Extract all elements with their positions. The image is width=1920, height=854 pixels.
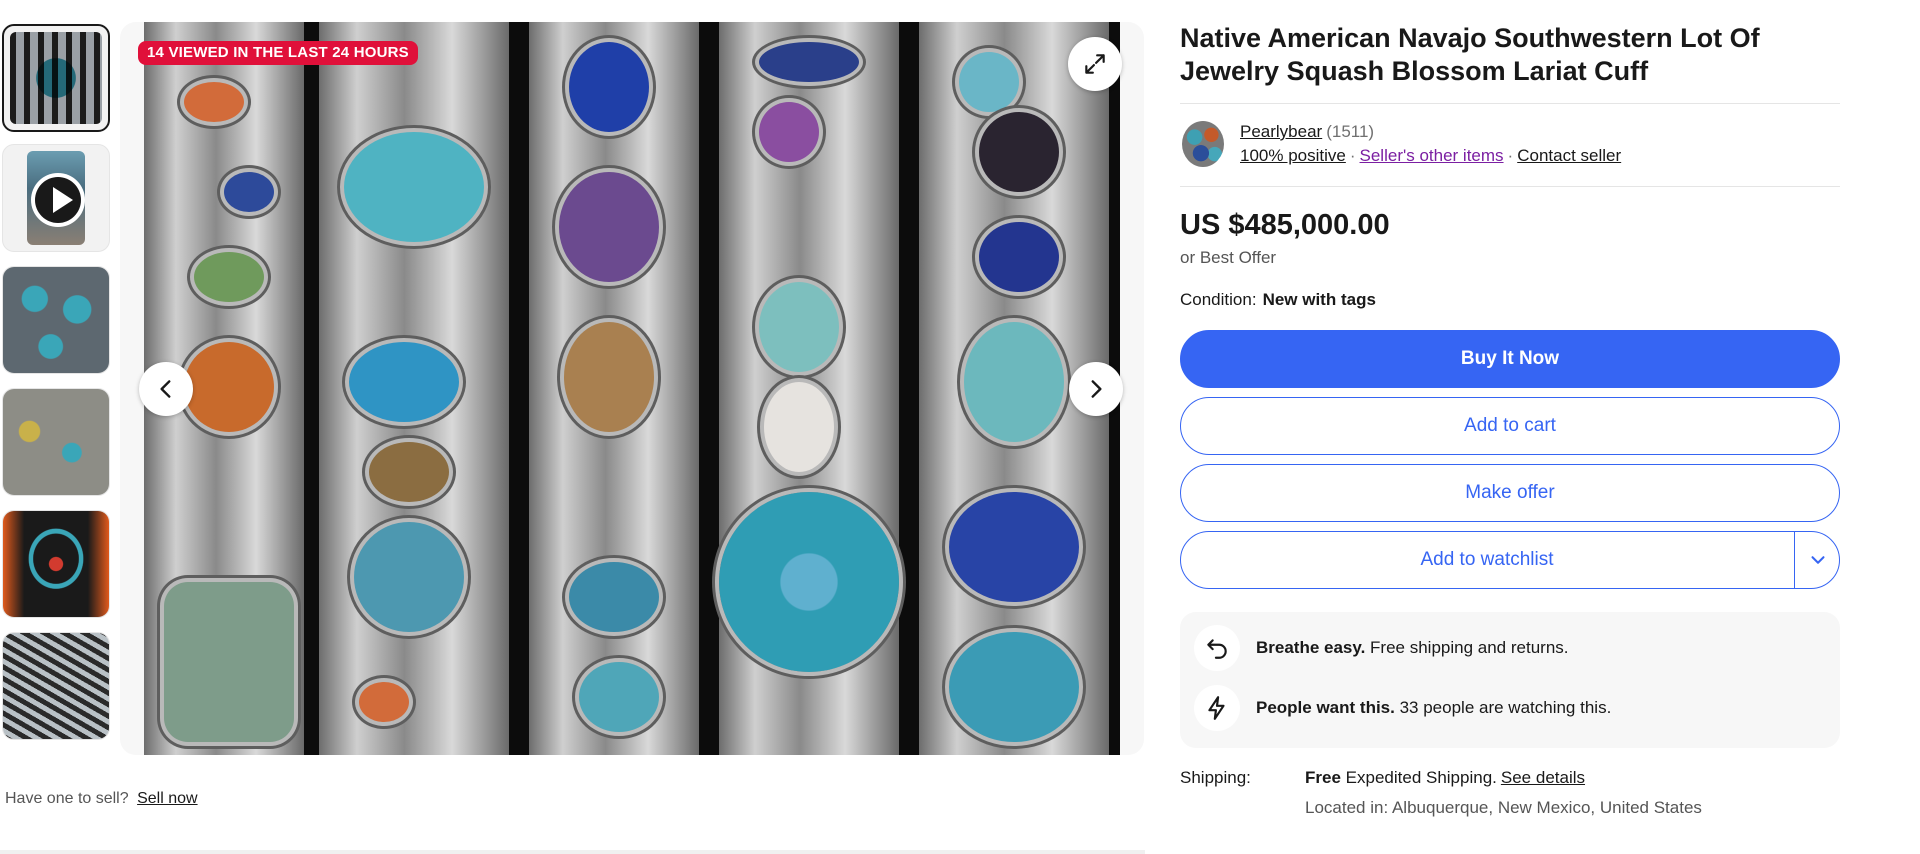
main-product-image[interactable] — [144, 22, 1120, 755]
best-offer-label: or Best Offer — [1180, 248, 1277, 267]
make-offer-button[interactable]: Make offer — [1180, 464, 1840, 522]
thumbnail-image — [3, 511, 109, 617]
listing-title: Native American Navajo Southwestern Lot … — [1180, 23, 1760, 86]
seller-feedback-count: (1511) — [1326, 122, 1375, 141]
views-badge: 14 VIEWED IN THE LAST 24 HOURS — [138, 41, 418, 65]
sell-now-link[interactable]: Sell now — [137, 790, 197, 807]
add-to-cart-button[interactable]: Add to cart — [1180, 397, 1840, 455]
separator: · — [1349, 146, 1356, 165]
highlight-bold: Breathe easy. — [1256, 638, 1366, 657]
sell-prompt: Have one to sell? Sell now — [5, 790, 198, 808]
image-column — [529, 22, 699, 755]
chevron-down-icon[interactable] — [1807, 549, 1829, 571]
next-image-button[interactable] — [1069, 362, 1123, 416]
divider — [0, 850, 1145, 854]
previous-image-button[interactable] — [139, 362, 193, 416]
highlights-box: Breathe easy. Free shipping and returns.… — [1180, 612, 1840, 748]
divider — [1794, 532, 1795, 588]
highlight-row: Breathe easy. Free shipping and returns. — [1194, 625, 1569, 671]
positive-feedback-link[interactable]: 100% positive — [1240, 146, 1346, 165]
condition-row: Condition: New with tags — [1180, 290, 1840, 310]
shipping-free: Free — [1305, 768, 1341, 787]
thumbnail-strip — [0, 22, 114, 754]
highlight-detail: 33 people are watching this. — [1399, 698, 1612, 717]
play-triangle — [53, 187, 73, 213]
lightning-icon — [1194, 685, 1240, 731]
return-arrow-icon — [1194, 625, 1240, 671]
thumbnail-image — [3, 389, 109, 495]
thumbnail-jewelry-lot[interactable] — [2, 24, 110, 132]
image-column — [319, 22, 509, 755]
buy-it-now-button[interactable]: Buy It Now — [1180, 330, 1840, 388]
fullscreen-button[interactable] — [1068, 37, 1122, 91]
price: US $485,000.00 — [1180, 209, 1390, 241]
sellers-other-items-link[interactable]: Seller's other items — [1360, 146, 1504, 165]
shipping-label: Shipping: — [1180, 768, 1251, 787]
separator: · — [1507, 146, 1514, 165]
condition-label: Condition: — [1180, 290, 1257, 309]
thumbnail-video[interactable] — [2, 144, 110, 252]
seller-links-row: 100% positive · Seller's other items · Conta… — [1240, 146, 1621, 166]
thumbnail-cuff-pile[interactable] — [2, 388, 110, 496]
condition-value: New with tags — [1262, 290, 1376, 309]
seller-avatar[interactable] — [1182, 121, 1224, 167]
highlight-text: Breathe easy. Free shipping and returns. — [1256, 638, 1569, 658]
add-to-watchlist-button[interactable]: Add to watchlist — [1181, 549, 1793, 571]
image-column — [719, 22, 899, 755]
shipping-value: Free Expedited Shipping. See details — [1305, 768, 1585, 788]
expand-icon — [1085, 54, 1105, 74]
chevron-right-icon — [1091, 380, 1102, 398]
sell-prompt-text: Have one to sell? — [5, 790, 129, 807]
thumbnail-image — [3, 633, 109, 739]
seller-card: Pearlybear (1511) 100% positive · Seller's … — [1180, 104, 1840, 186]
see-details-link[interactable]: See details — [1501, 768, 1585, 787]
main-gallery: 14 VIEWED IN THE LAST 24 HOURS — [120, 22, 1144, 755]
watchlist-control: Add to watchlist — [1180, 531, 1840, 589]
divider — [1180, 186, 1840, 187]
thumbnail-squash-blossom[interactable] — [2, 266, 110, 374]
highlight-text: People want this. 33 people are watching… — [1256, 698, 1611, 718]
shipping-method: Expedited Shipping. — [1345, 768, 1497, 787]
seller-name-link[interactable]: Pearlybear — [1240, 122, 1322, 141]
chevron-left-icon — [160, 380, 171, 398]
contact-seller-link[interactable]: Contact seller — [1517, 146, 1621, 165]
highlight-row: People want this. 33 people are watching… — [1194, 685, 1611, 731]
thumbnail-beads-lariat[interactable] — [2, 632, 110, 740]
listing-panel: Native American Navajo Southwestern Lot … — [1180, 22, 1840, 817]
thumbnail-image — [3, 267, 109, 373]
highlight-bold: People want this. — [1256, 698, 1395, 717]
thumbnail-necklace[interactable] — [2, 510, 110, 618]
item-location: Located in: Albuquerque, New Mexico, Uni… — [1305, 798, 1702, 817]
seller-name-row: Pearlybear (1511) — [1240, 122, 1374, 142]
thumbnail-image — [10, 32, 102, 124]
highlight-detail: Free shipping and returns. — [1370, 638, 1569, 657]
